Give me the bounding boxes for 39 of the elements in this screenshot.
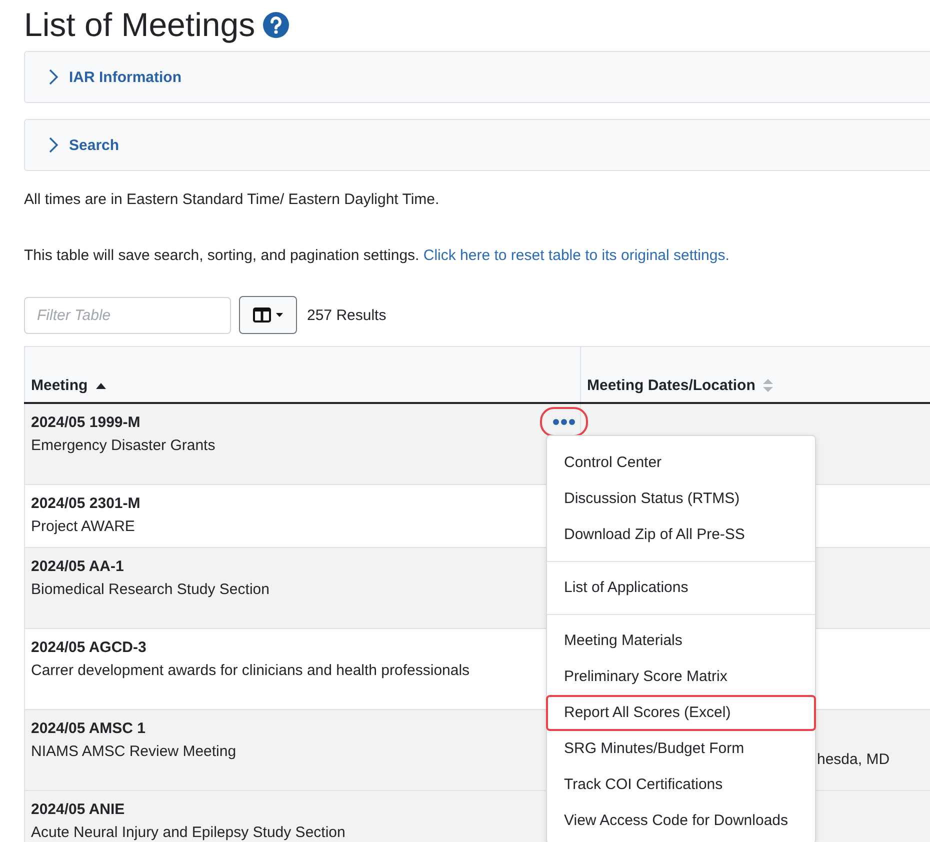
accordion-header[interactable]: IAR Information xyxy=(24,51,930,103)
meeting-code: 2024/05 AGCD-3 xyxy=(31,638,146,658)
menu-item[interactable]: SRG Minutes/Budget Form xyxy=(546,731,816,767)
menu-item[interactable]: Control Center xyxy=(546,445,816,481)
menu-item[interactable]: Track COI Certifications xyxy=(546,767,816,803)
reset-link[interactable]: Click here to reset table to its original settings. xyxy=(423,247,730,264)
meeting-name: NIAMS AMSC Review Meeting xyxy=(31,742,236,762)
meeting-name: Biomedical Research Study Section xyxy=(31,580,270,600)
accordion-header[interactable]: Search xyxy=(24,119,930,171)
menu-item[interactable]: List of Applications xyxy=(546,570,816,606)
menu-item[interactable]: Report All Scores (Excel) xyxy=(546,695,816,731)
column-header[interactable]: Meeting xyxy=(24,346,580,403)
help-icon[interactable] xyxy=(263,12,290,38)
menu-item[interactable]: Preliminary Score Matrix xyxy=(546,659,816,695)
meeting-code: 2024/05 2301-M xyxy=(31,494,140,514)
column-header[interactable]: Meeting Dates/Location xyxy=(580,346,930,403)
meeting-name: Acute Neural Injury and Epilepsy Study Section xyxy=(31,823,346,842)
page-title: List of Meetings xyxy=(24,6,256,44)
info-text: This table will save search, sorting, and pagination settings. Click here to reset table to its original settings. xyxy=(24,246,730,266)
info-text: All times are in Eastern Standard Time/ Eastern Daylight Time. xyxy=(24,190,440,210)
columns-button[interactable] xyxy=(239,296,297,334)
chevron-icon xyxy=(47,69,59,85)
columns-caret-icon xyxy=(253,307,283,323)
menu-item[interactable]: Discussion Status (RTMS) xyxy=(546,481,816,517)
meeting-name: Carrer development awards for clinicians and health professionals xyxy=(31,661,470,681)
meeting-name: Project AWARE xyxy=(31,517,135,537)
ellipsis-icon xyxy=(553,419,575,425)
table-cell-text: hesda, MD xyxy=(816,750,891,770)
menu-item[interactable]: Download Zip of All Pre-SS xyxy=(546,517,816,553)
meeting-code: 2024/05 AA-1 xyxy=(31,557,124,577)
menu-item[interactable]: View Access Code for Downloads xyxy=(546,803,816,839)
filter-field[interactable]: Filter Table xyxy=(24,296,231,334)
menu-item[interactable]: Meeting Materials xyxy=(546,623,816,659)
meeting-code: 2024/05 AMSC 1 xyxy=(31,719,146,739)
meeting-code: 2024/05 1999-M xyxy=(31,413,140,433)
chevron-icon xyxy=(47,137,59,153)
meeting-name: Emergency Disaster Grants xyxy=(31,436,216,456)
meeting-code: 2024/05 ANIE xyxy=(31,800,125,820)
results-count: 257 Results xyxy=(307,306,386,324)
